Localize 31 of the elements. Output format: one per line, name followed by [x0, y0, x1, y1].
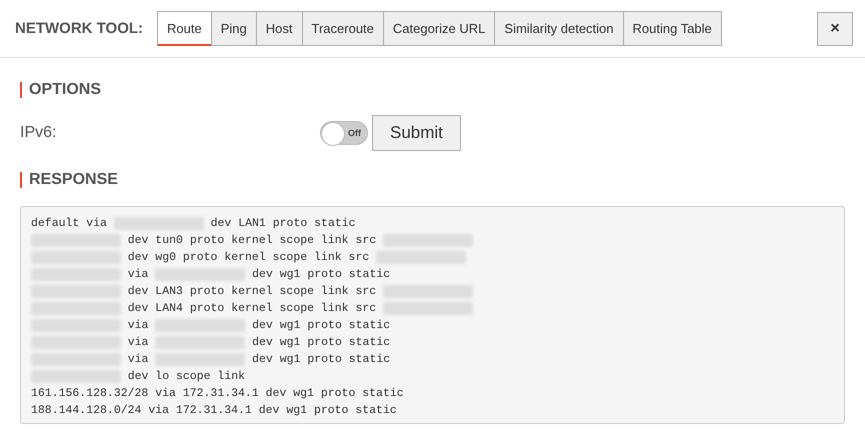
ipv6-label: IPv6: [20, 124, 58, 142]
output-text: via [128, 335, 148, 351]
output-text: via [128, 318, 148, 334]
tab[interactable]: Route [157, 11, 212, 46]
output-text: dev LAN3 proto kernel scope link src [128, 284, 376, 300]
tab[interactable]: Categorize URL [382, 11, 496, 46]
tab[interactable]: Routing Table [622, 11, 722, 46]
tool-title: NETWORK TOOL: [15, 20, 144, 37]
output-text: 161.156.128.32/28 via 172.31.34.1 dev wg1 proto static [31, 386, 404, 402]
close-button[interactable]: × [817, 12, 853, 46]
ipv6-toggle[interactable]: Off [320, 121, 368, 145]
tab[interactable]: Host [256, 11, 303, 46]
submit-button[interactable]: Submit [372, 115, 461, 151]
output-text: dev LAN1 proto static [210, 216, 356, 232]
output-text: dev wg1 proto static [252, 335, 390, 351]
tab[interactable]: Similarity detection [494, 11, 624, 46]
output-text: dev lo scope link [128, 369, 246, 385]
section-heading: OPTIONS [20, 82, 845, 98]
output-text: dev tun0 proto kernel scope link src [128, 233, 376, 249]
output-text: dev wg1 proto static [252, 267, 390, 283]
tab[interactable]: Ping [210, 11, 257, 46]
section-heading: RESPONSE [20, 172, 845, 188]
output-text: 188.144.128.0/24 via 172.31.34.1 dev wg1 proto static [31, 403, 397, 419]
output-text: via [128, 352, 148, 368]
output-text: dev LAN4 proto kernel scope link src [128, 301, 376, 317]
output-text: dev wg1 proto static [252, 352, 390, 368]
tab[interactable]: Traceroute [302, 11, 384, 46]
output-text: via [128, 267, 148, 283]
output-text: dev wg1 proto static [252, 318, 390, 334]
output-text: default via [31, 216, 107, 232]
output-text: dev wg0 proto kernel scope link src [128, 250, 370, 266]
